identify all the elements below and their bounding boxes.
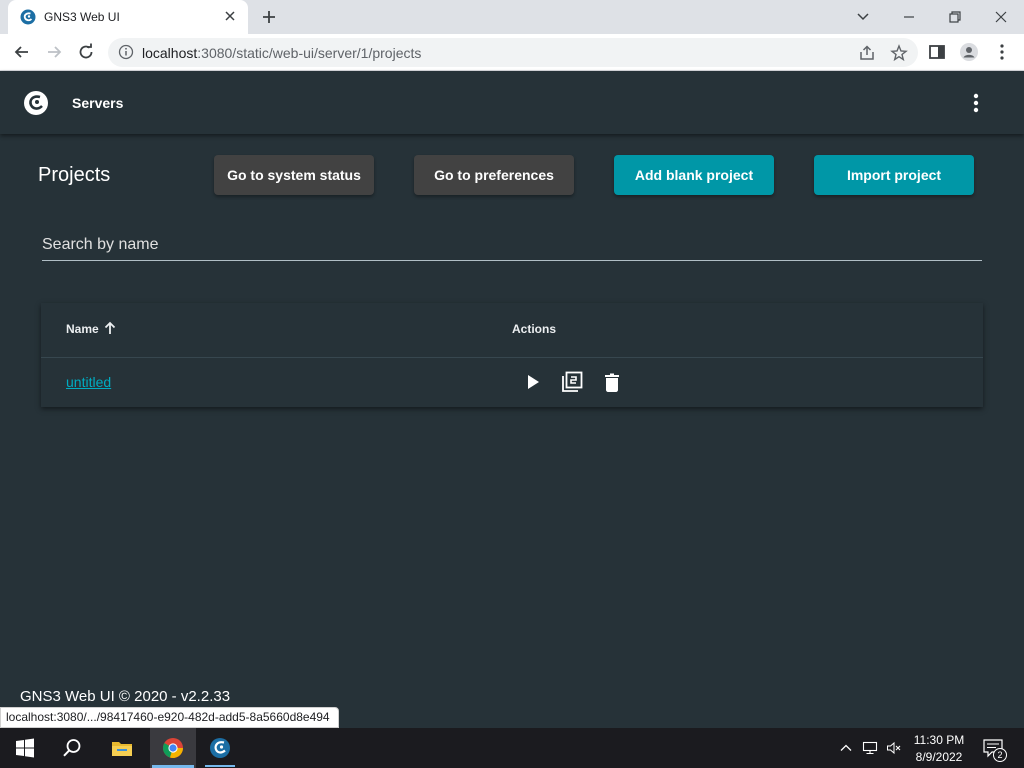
app-header: Servers [0,71,1024,134]
taskbar-time[interactable]: 11:30 PM [912,733,966,747]
projects-table: Name Actions untitled [41,303,983,407]
forward-icon[interactable] [44,42,64,62]
chrome-icon[interactable] [162,737,184,759]
windows-start-icon[interactable] [14,737,36,759]
back-icon[interactable] [12,42,32,62]
go-to-system-status-button[interactable]: Go to system status [214,155,374,195]
servers-link[interactable]: Servers [72,95,123,111]
close-window-icon[interactable] [990,6,1012,28]
link-status-bar: localhost:3080/.../98417460-e920-482d-ad… [0,707,339,728]
side-panel-icon[interactable] [927,42,947,62]
play-icon[interactable] [522,371,544,393]
column-header-name[interactable]: Name [66,322,99,336]
duplicate-icon[interactable] [561,371,583,393]
search-field [42,230,982,261]
address-bar[interactable]: localhost:3080/static/web-ui/server/1/pr… [108,38,918,67]
column-header-actions: Actions [512,322,557,336]
search-icon[interactable] [61,737,83,759]
minimize-icon[interactable] [898,6,920,28]
close-tab-icon[interactable] [222,8,238,24]
project-name-link[interactable]: untitled [66,374,111,390]
network-icon[interactable] [862,740,878,756]
profile-icon[interactable] [959,42,979,62]
star-icon[interactable] [890,44,908,62]
gns3-taskbar-indicator [205,765,235,767]
restore-icon[interactable] [944,6,966,28]
delete-icon[interactable] [601,371,623,393]
reload-icon[interactable] [76,42,96,62]
share-icon[interactable] [858,44,876,62]
info-icon[interactable] [118,44,134,60]
browser-toolbar: localhost:3080/static/web-ui/server/1/pr… [0,34,1024,71]
notification-count-badge: 2 [993,748,1007,762]
taskbar: 11:30 PM 8/9/2022 2 [0,728,1024,768]
url-text: localhost:3080/static/web-ui/server/1/pr… [142,45,422,61]
arrow-up-icon[interactable] [104,321,116,335]
footer-version: GNS3 Web UI © 2020 - v2.2.33 [20,688,231,705]
tab-title: GNS3 Web UI [44,10,120,24]
chevron-up-icon[interactable] [838,740,854,756]
search-input[interactable] [42,234,982,256]
gns3-taskbar-icon[interactable] [209,737,231,759]
table-row: untitled [41,358,983,407]
volume-muted-icon[interactable] [886,740,902,756]
new-tab-icon[interactable] [260,8,278,26]
import-project-button[interactable]: Import project [814,155,974,195]
browser-tabstrip: GNS3 Web UI [0,0,1024,34]
more-vert-icon[interactable] [966,91,986,115]
table-header: Name Actions [41,303,983,358]
gns3-logo-icon[interactable] [23,90,49,116]
go-to-preferences-button[interactable]: Go to preferences [414,155,574,195]
taskbar-date[interactable]: 8/9/2022 [912,750,966,764]
page-title: Projects [38,164,111,186]
gns3-favicon-icon [20,9,36,25]
file-explorer-icon[interactable] [111,737,133,759]
chevron-down-icon[interactable] [852,6,874,28]
add-blank-project-button[interactable]: Add blank project [614,155,774,195]
chrome-menu-icon[interactable] [992,42,1012,62]
browser-tab[interactable]: GNS3 Web UI [8,0,248,34]
